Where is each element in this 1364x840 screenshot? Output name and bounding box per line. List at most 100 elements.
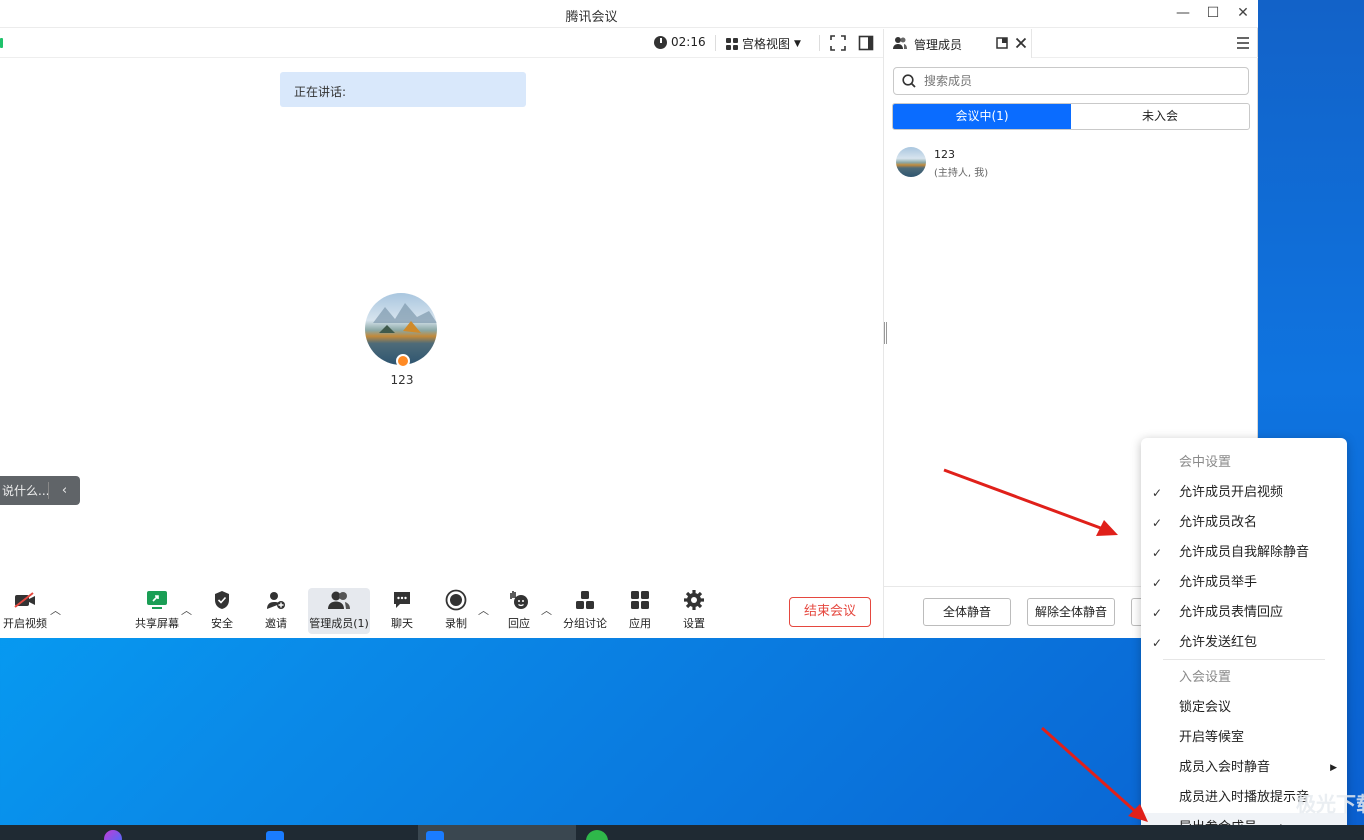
participant-name: 123 [390,373,414,387]
hamburger-menu-icon[interactable] [1236,37,1250,49]
clock-icon [654,35,667,49]
fullscreen-icon [830,35,846,51]
menu-item-allow-video[interactable]: ✓ 允许成员开启视频 [1141,478,1347,508]
chevron-up-icon[interactable]: ︿ [541,602,552,618]
menu-item-allow-raise-hand[interactable]: ✓ 允许成员举手 [1141,568,1347,598]
security-button[interactable]: 安全 [206,588,238,631]
submenu-arrow-icon: ▶ [1330,763,1337,773]
gear-icon [684,590,704,610]
member-tabs: 会议中(1) 未入会 [892,103,1250,130]
menu-item-label: 允许成员开启视频 [1179,485,1284,500]
timer-text: 02:16 [671,35,706,49]
tab-in-meeting[interactable]: 会议中(1) [893,104,1071,129]
window-title: 腾讯会议 [565,10,618,25]
quick-chat-bar[interactable]: 说什么... ‹ [0,476,80,505]
app-icon [266,831,284,840]
settings-button[interactable]: 设置 [678,588,710,631]
add-user-icon [267,592,285,609]
end-meeting-button[interactable]: 结束会议 [789,597,871,627]
minimize-button[interactable]: — [1172,3,1194,23]
manage-members-button[interactable]: 管理成员(1) [308,588,370,634]
resize-handle[interactable] [884,322,887,344]
taskbar-app[interactable] [582,825,732,840]
breakout-rooms-button[interactable]: 分组讨论 [562,588,608,631]
invite-button[interactable]: 邀请 [260,588,292,631]
checkmark-icon: ✓ [1152,486,1163,500]
record-label: 录制 [445,617,467,630]
menu-item-allow-reactions[interactable]: ✓ 允许成员表情回应 [1141,598,1347,628]
list-item[interactable]: 123 (主持人, 我) [896,145,1236,179]
share-screen-icon [147,591,167,609]
title-bar: 腾讯会议 — ☐ ✕ [0,0,1258,28]
maximize-button[interactable]: ☐ [1202,3,1224,23]
menu-item-label: 允许成员自我解除静音 [1179,545,1310,560]
checkmark-icon: ✓ [1152,516,1163,530]
menu-item-label: 允许成员举手 [1179,575,1258,590]
grid-view-icon [726,37,738,50]
menu-item-allow-red-packet[interactable]: ✓ 允许发送红包 [1141,628,1347,658]
menu-section-join: 入会设置 [1179,670,1232,685]
menu-item-allow-rename[interactable]: ✓ 允许成员改名 [1141,508,1347,538]
watermark-logo: 极光下载站 [1296,792,1364,816]
meeting-toolbar: 开启视频 ︿ 共享屏幕 ︿ 安全 邀请 管理成员(1) 聊天 录制 ︿ 回应 ︿… [0,586,884,638]
panel-title: 管理成员 [914,38,963,52]
chevron-down-icon: ▼ [794,38,801,49]
divider [715,35,716,51]
video-label: 开启视频 [3,617,47,630]
member-avatar [896,147,926,177]
close-button[interactable]: ✕ [1232,3,1254,23]
checkmark-icon: ✓ [1152,636,1163,650]
apps-button[interactable]: 应用 [624,588,656,631]
menu-section-in-meeting: 会中设置 [1179,455,1232,470]
app-icon [426,831,444,840]
mute-all-button[interactable]: 全体静音 [923,598,1011,626]
member-name: 123 [934,148,955,161]
close-icon[interactable] [1015,37,1027,49]
meeting-top-bar: 02:16 宫格视图 ▼ [0,29,884,58]
pop-out-icon[interactable] [996,37,1008,49]
menu-item-lock-meeting[interactable]: 锁定会议 [1141,693,1347,723]
taskbar-app[interactable] [104,825,244,840]
settings-label: 设置 [683,617,705,630]
start-video-button[interactable]: 开启视频 [2,588,48,631]
record-button[interactable]: 录制 [440,588,472,631]
apps-grid-icon [631,591,649,609]
meeting-timer: 02:16 [654,35,706,49]
security-label: 安全 [211,617,233,630]
collapse-chevron-icon[interactable]: ‹ [49,483,80,498]
chat-label: 聊天 [391,617,413,630]
checkmark-icon: ✓ [1152,576,1163,590]
menu-item-waiting-room[interactable]: 开启等候室 [1141,723,1347,753]
hand-emoji-icon [510,591,528,609]
member-search-field[interactable] [893,67,1249,95]
menu-divider [1163,659,1325,660]
app-icon [586,830,608,840]
view-switch-button[interactable]: 宫格视图 ▼ [726,35,801,52]
menu-item-allow-self-unmute[interactable]: ✓ 允许成员自我解除静音 [1141,538,1347,568]
chevron-up-icon[interactable]: ︿ [478,602,489,618]
share-screen-button[interactable]: 共享屏幕 [134,588,180,631]
taskbar-app[interactable] [262,825,412,840]
react-label: 回应 [508,617,530,630]
chat-button[interactable]: 聊天 [386,588,418,631]
record-icon [445,589,467,611]
meeting-window: 腾讯会议 — ☐ ✕ 02:16 宫格视图 ▼ 正在讲话: 123 说什么...… [0,0,1258,638]
members-panel-tab[interactable]: 管理成员 [884,29,1032,58]
fullscreen-button[interactable] [830,35,846,51]
layout-toggle-button[interactable] [858,35,874,51]
taskbar-app-active[interactable] [418,825,576,840]
menu-item-mute-on-join[interactable]: 成员入会时静音 ▶ [1141,753,1347,783]
chevron-up-icon[interactable]: ︿ [181,602,192,618]
react-button[interactable]: 回应 [503,588,535,631]
search-input[interactable] [924,74,1224,88]
menu-item-label: 允许成员表情回应 [1179,605,1284,620]
chat-input[interactable]: 说什么... [0,482,48,499]
unmute-all-button[interactable]: 解除全体静音 [1027,598,1115,626]
shield-icon [215,591,229,609]
network-indicator [0,38,3,48]
checkmark-icon: ✓ [1152,546,1163,560]
chat-icon [394,592,410,608]
members-icon [328,591,350,609]
tab-not-joined[interactable]: 未入会 [1071,104,1249,129]
chevron-up-icon[interactable]: ︿ [50,602,61,618]
